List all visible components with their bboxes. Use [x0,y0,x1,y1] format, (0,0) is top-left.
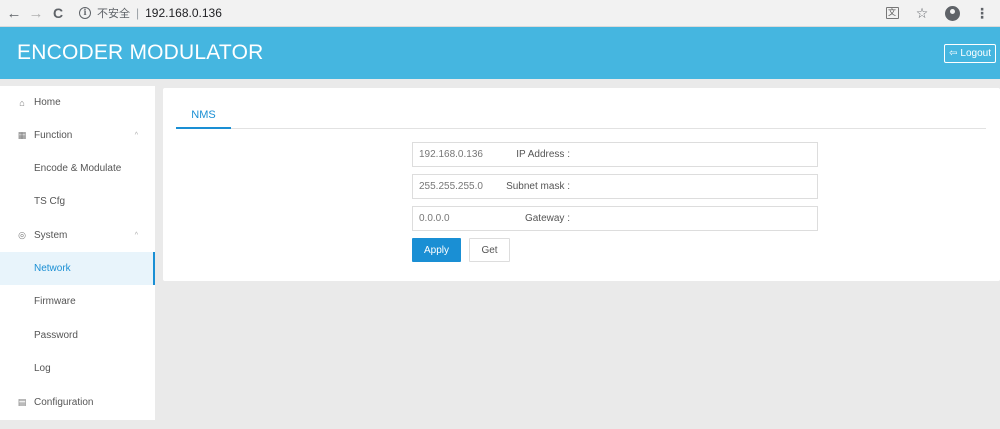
sidebar-item-label: System [34,230,68,241]
info-icon[interactable]: i [79,7,91,19]
translate-icon: 文 [885,7,899,19]
sidebar-item-label: Password [34,330,78,341]
browser-actions: 文 ☆ ⋮ [882,3,992,23]
sidebar-item-label: Configuration [34,397,94,408]
sidebar-item-password[interactable]: Password [0,319,155,352]
subnet-mask-input[interactable]: 255.255.255.0 [412,174,818,199]
sidebar-item-encode-modulate[interactable]: Encode & Modulate [0,152,155,185]
insecure-label: 不安全 [97,7,130,20]
network-panel: NMS IP Address : 192.168.0.136 Subnet ma… [163,88,1000,281]
sidebar-item-log[interactable]: Log [0,352,155,385]
back-arrow-icon[interactable]: ← [3,2,25,24]
sidebar-item-system[interactable]: ◎ System ^ [0,219,155,252]
home-icon: ⌂ [19,97,25,108]
translate-icon-button[interactable]: 文 [882,3,902,23]
browser-menu-icon[interactable]: ⋮ [972,3,992,23]
url-text[interactable]: 192.168.0.136 [145,6,222,20]
browser-toolbar: ← → C i 不安全 | 192.168.0.136 文 ☆ ⋮ [0,0,1000,27]
logout-button[interactable]: ⇦ Logout [944,44,996,63]
sidebar-item-label: TS Cfg [34,196,66,207]
url-separator: | [136,6,140,20]
sidebar-item-firmware[interactable]: Firmware [0,285,155,318]
sidebar-item-network[interactable]: Network [0,252,155,285]
ip-address-input[interactable]: 192.168.0.136 [412,142,818,167]
sidebar: ⌂ Home ▦ Function ^ Encode & Modulate TS… [0,86,155,420]
app-header: ENCODER MODULATOR ⇦ Logout [0,27,1000,79]
forward-arrow-icon[interactable]: → [25,2,47,24]
address-bar[interactable]: i 不安全 | 192.168.0.136 [79,5,222,21]
chevron-up-icon: ^ [134,132,138,139]
sidebar-item-label: Encode & Modulate [34,163,122,174]
reload-icon[interactable]: C [47,2,69,24]
document-icon: ▤ [17,397,27,407]
grid-icon: ▦ [17,130,27,140]
sidebar-item-configuration[interactable]: ▤ Configuration [0,386,155,419]
chevron-up-icon: ^ [134,232,138,239]
sidebar-item-label: Function [34,130,73,141]
logout-label: Logout [960,48,991,59]
system-icon: ◎ [18,230,26,240]
bookmark-star-icon[interactable]: ☆ [912,3,932,23]
sidebar-item-ts-cfg[interactable]: TS Cfg [0,185,155,218]
gateway-input[interactable]: 0.0.0.0 [412,206,818,231]
sidebar-item-home[interactable]: ⌂ Home [0,86,155,119]
logout-icon: ⇦ [949,48,958,59]
tab-divider [176,128,986,129]
sidebar-item-label: Log [34,363,51,374]
sidebar-item-label: Home [34,97,61,108]
app-title: ENCODER MODULATOR [17,41,264,64]
get-button[interactable]: Get [469,238,510,262]
sidebar-item-label: Firmware [34,296,76,307]
account-icon-button[interactable] [942,3,962,23]
tab-nms[interactable]: NMS [176,105,231,129]
account-icon [944,5,960,21]
sidebar-item-label: Network [34,263,71,274]
sidebar-item-function[interactable]: ▦ Function ^ [0,119,155,152]
apply-button[interactable]: Apply [412,238,461,262]
